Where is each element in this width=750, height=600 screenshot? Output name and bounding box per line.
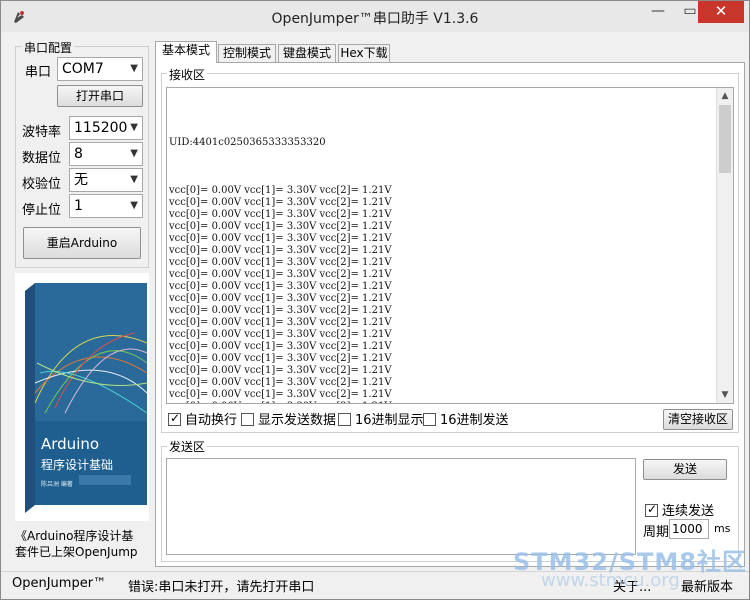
receive-line: vcc[0]= 0.00V vcc[1]= 3.30V vcc[2]= 1.21…: [169, 389, 392, 400]
auto-wrap-label: 自动换行: [185, 413, 238, 428]
parity-select[interactable]: 无 ▼: [69, 168, 143, 192]
receive-line: vcc[0]= 0.00V vcc[1]= 3.30V vcc[2]= 1.21…: [169, 353, 392, 364]
baud-select[interactable]: 115200 ▼: [69, 116, 143, 140]
receive-line: vcc[0]= 0.00V vcc[1]= 3.30V vcc[2]= 1.21…: [169, 281, 392, 292]
period-unit: ms: [714, 522, 731, 535]
tab-control-mode[interactable]: 控制模式: [218, 44, 276, 63]
status-message: 错误:串口未打开，请先打开串口: [128, 580, 315, 595]
book-author: 陈吕洲 编著: [41, 480, 73, 488]
port-label: 串口: [25, 65, 52, 80]
databits-label: 数据位: [22, 151, 62, 166]
window-title: OpenJumper™串口助手 V1.3.6: [271, 11, 479, 27]
chevron-down-icon: ▼: [130, 200, 138, 211]
status-app-name: OpenJumper™: [12, 576, 107, 591]
promo-line-2: 套件已上架OpenJump: [15, 545, 138, 559]
hex-send-label: 16进制发送: [440, 413, 509, 428]
checkbox-icon: [645, 502, 658, 517]
tab-hex-download[interactable]: Hex下载: [338, 44, 390, 63]
book-cover: Arduino 程序设计基础 陈吕洲 编著: [15, 273, 149, 521]
open-port-button[interactable]: 打开串口: [57, 85, 143, 107]
title-bar: OpenJumper™串口助手 V1.3.6 — ▭ ✕: [1, 1, 749, 32]
chevron-down-icon: ▼: [130, 174, 138, 185]
hex-send-checkbox[interactable]: 16进制发送: [423, 409, 509, 428]
scroll-down-icon[interactable]: ▼: [717, 387, 733, 403]
checkbox-icon: [241, 413, 254, 426]
receive-scrollbar[interactable]: ▲ ▼: [716, 88, 733, 403]
restart-arduino-button[interactable]: 重启Arduino: [23, 227, 141, 259]
chevron-down-icon: ▼: [130, 63, 138, 74]
continuous-send-label: 连续发送: [662, 504, 715, 519]
receive-line: vcc[0]= 0.00V vcc[1]= 3.30V vcc[2]= 1.21…: [169, 401, 392, 403]
latest-version-link[interactable]: 最新版本: [681, 576, 733, 595]
checkbox-icon: [338, 413, 351, 426]
databits-select[interactable]: 8 ▼: [69, 142, 143, 166]
scroll-up-icon[interactable]: ▲: [717, 88, 733, 104]
book-advert[interactable]: Arduino 程序设计基础 陈吕洲 编著: [15, 273, 149, 521]
watermark-url: www.stmcu.org: [541, 570, 680, 591]
checkbox-icon: [423, 413, 436, 426]
send-title: 发送区: [167, 438, 208, 455]
checkbox-icon: [168, 411, 181, 426]
receive-line: vcc[0]= 0.00V vcc[1]= 3.30V vcc[2]= 1.21…: [169, 221, 392, 232]
promo-line-1: 《Arduino程序设计基: [15, 529, 134, 543]
auto-wrap-checkbox[interactable]: 自动换行: [168, 409, 237, 428]
book-title-cn: 程序设计基础: [41, 457, 113, 472]
show-sent-label: 显示发送数据: [258, 413, 337, 428]
hex-display-label: 16进制显示: [355, 413, 424, 428]
tab-keyboard-mode[interactable]: 键盘模式: [278, 44, 336, 63]
baud-value: 115200: [74, 120, 128, 136]
databits-value: 8: [74, 146, 83, 162]
scroll-thumb[interactable]: [719, 105, 731, 173]
clear-receive-button[interactable]: 清空接收区: [663, 409, 733, 430]
serial-config-title: 串口配置: [22, 39, 75, 56]
receive-line: vcc[0]= 0.00V vcc[1]= 3.30V vcc[2]= 1.21…: [169, 329, 392, 340]
tab-basic-mode[interactable]: 基本模式: [155, 41, 217, 63]
receive-line: vcc[0]= 0.00V vcc[1]= 3.30V vcc[2]= 1.21…: [169, 293, 392, 304]
app-window: OpenJumper™串口助手 V1.3.6 — ▭ ✕ 串口配置 串口 COM…: [0, 0, 750, 600]
receive-line: vcc[0]= 0.00V vcc[1]= 3.30V vcc[2]= 1.21…: [169, 245, 392, 256]
receive-line: vcc[0]= 0.00V vcc[1]= 3.30V vcc[2]= 1.21…: [169, 305, 392, 316]
receive-line: vcc[0]= 0.00V vcc[1]= 3.30V vcc[2]= 1.21…: [169, 341, 392, 352]
stopbits-select[interactable]: 1 ▼: [69, 194, 143, 218]
receive-line: vcc[0]= 0.00V vcc[1]= 3.30V vcc[2]= 1.21…: [169, 365, 392, 376]
receive-line: vcc[0]= 0.00V vcc[1]= 3.30V vcc[2]= 1.21…: [169, 185, 392, 196]
chevron-down-icon: ▼: [130, 148, 138, 159]
book-promo-text: 《Arduino程序设计基 套件已上架OpenJump: [15, 528, 153, 560]
receive-line: vcc[0]= 0.00V vcc[1]= 3.30V vcc[2]= 1.21…: [169, 269, 392, 280]
receive-line: vcc[0]= 0.00V vcc[1]= 3.30V vcc[2]= 1.21…: [169, 317, 392, 328]
stopbits-value: 1: [74, 198, 83, 214]
parity-value: 无: [74, 172, 88, 188]
receive-line: vcc[0]= 0.00V vcc[1]= 3.30V vcc[2]= 1.21…: [169, 377, 392, 388]
period-label: 周期: [643, 525, 670, 540]
receive-content: UID:4401c0250365333353320 vcc[0]= 0.00V …: [169, 113, 392, 403]
chevron-down-icon: ▼: [130, 122, 138, 133]
book-title-en: Arduino: [41, 435, 99, 453]
stopbits-label: 停止位: [22, 203, 62, 218]
continuous-send-checkbox[interactable]: 连续发送: [645, 500, 714, 519]
receive-line: vcc[0]= 0.00V vcc[1]= 3.30V vcc[2]= 1.21…: [169, 257, 392, 268]
uid-line: UID:4401c0250365333353320: [169, 137, 326, 148]
port-value: COM7: [62, 61, 104, 77]
period-input[interactable]: 1000: [669, 519, 709, 539]
send-button[interactable]: 发送: [643, 459, 727, 480]
minimize-button[interactable]: —: [643, 1, 673, 23]
send-textarea[interactable]: [166, 458, 636, 555]
receive-line: vcc[0]= 0.00V vcc[1]= 3.30V vcc[2]= 1.21…: [169, 233, 392, 244]
baud-label: 波特率: [22, 125, 62, 140]
close-button[interactable]: ✕: [698, 1, 744, 23]
receive-lines: vcc[0]= 0.00V vcc[1]= 3.30V vcc[2]= 1.21…: [169, 185, 392, 403]
parity-label: 校验位: [22, 177, 62, 192]
receive-line: vcc[0]= 0.00V vcc[1]= 3.30V vcc[2]= 1.21…: [169, 209, 392, 220]
show-sent-checkbox[interactable]: 显示发送数据: [241, 409, 336, 428]
receive-title: 接收区: [167, 66, 208, 83]
port-select[interactable]: COM7 ▼: [57, 57, 143, 81]
receive-line: vcc[0]= 0.00V vcc[1]= 3.30V vcc[2]= 1.21…: [169, 197, 392, 208]
receive-textarea[interactable]: UID:4401c0250365333353320 vcc[0]= 0.00V …: [166, 87, 734, 404]
hex-display-checkbox[interactable]: 16进制显示: [338, 409, 424, 428]
